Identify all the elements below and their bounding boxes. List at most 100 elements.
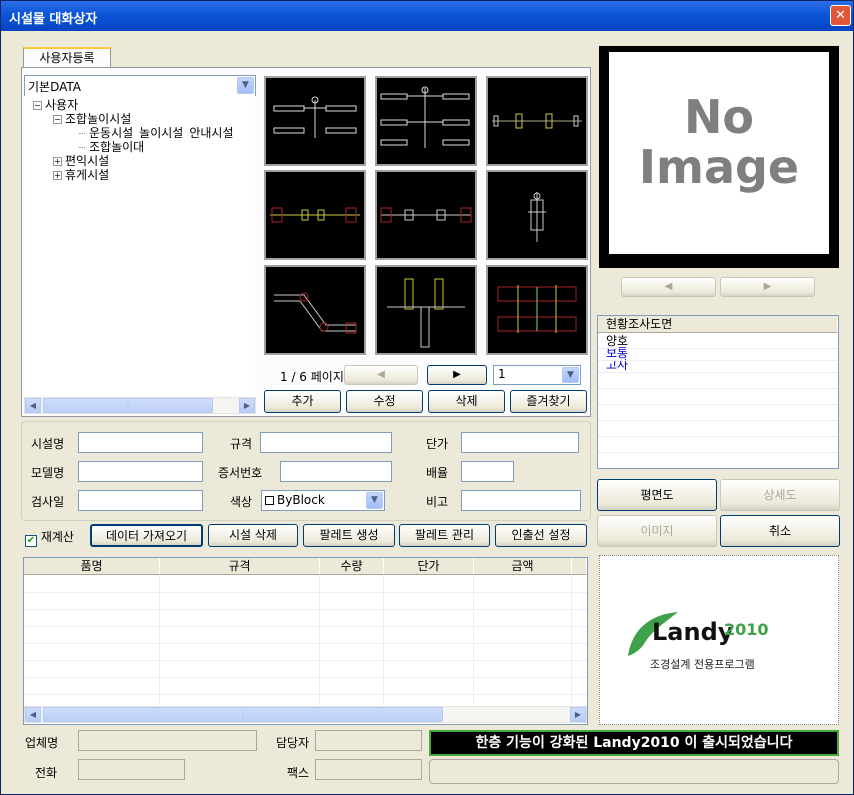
status-field: [429, 759, 839, 784]
column-header-blank: [572, 558, 587, 575]
manage-palette-button[interactable]: 팔레트 관리: [399, 524, 490, 547]
scale-input[interactable]: [461, 461, 514, 482]
tab-user-registration[interactable]: 사용자등록: [23, 47, 111, 67]
chevron-down-icon[interactable]: ▼: [366, 492, 383, 509]
symbol-thumbnail[interactable]: [263, 75, 367, 167]
chevron-down-icon[interactable]: ▼: [237, 77, 254, 94]
column-header-spec[interactable]: 규격: [160, 558, 320, 575]
inspect-date-input[interactable]: [78, 490, 203, 511]
unit-price-input[interactable]: [461, 432, 579, 453]
scale-label: 배율: [426, 466, 449, 480]
next-page-button[interactable]: ▶: [427, 365, 487, 385]
grid-line: [598, 436, 838, 437]
favorites-button[interactable]: 즐겨찾기: [510, 390, 587, 413]
expand-icon[interactable]: +: [53, 171, 62, 180]
symbol-thumbnail[interactable]: [374, 169, 478, 261]
symbol-thumbnail[interactable]: [374, 75, 478, 167]
facility-name-input[interactable]: [78, 432, 203, 453]
grid-line: [383, 575, 384, 705]
survey-list[interactable]: 현황조사도면 양호 보통 고사: [597, 315, 839, 469]
recalc-checkbox[interactable]: ✔ 재계산: [25, 528, 74, 547]
data-source-value: 기본DATA: [28, 80, 81, 94]
tree-node-sports-play-info[interactable]: 운동시설_놀이시설_안내시설: [89, 127, 253, 139]
page-indicator: 1 / 6 페이지: [280, 370, 344, 384]
detail-view-button[interactable]: 상세도: [720, 479, 840, 511]
grid-line: [598, 372, 838, 373]
preview-next-button[interactable]: ▶: [720, 277, 815, 297]
column-header-name[interactable]: 품명: [24, 558, 160, 575]
collapse-icon[interactable]: −: [33, 101, 42, 110]
play-equipment-symbol: [492, 113, 582, 129]
add-button[interactable]: 추가: [264, 390, 341, 413]
remark-input[interactable]: [461, 490, 581, 511]
table-horizontal-scrollbar[interactable]: ◀ ⦙ ▶: [24, 706, 587, 723]
tree-horizontal-scrollbar[interactable]: ◀ ⦙ ▶: [24, 397, 256, 414]
symbol-thumbnail[interactable]: [263, 264, 367, 356]
play-equipment-symbol: [270, 207, 360, 223]
scroll-thumb[interactable]: ⦙: [43, 398, 213, 413]
tree-node-user[interactable]: − 사용자: [33, 99, 78, 111]
preview-prev-button[interactable]: ◀: [621, 277, 716, 297]
tree-connector: [79, 147, 85, 148]
play-equipment-symbol: [387, 278, 465, 348]
fax-field[interactable]: [315, 759, 422, 780]
cancel-button[interactable]: 취소: [720, 515, 840, 547]
tree-connector: [79, 133, 85, 134]
dialog-window: 시설물 대화상자 ✕ 사용자등록 기본DATA ▼ − 사용자 − 조합놀이시설 운…: [0, 0, 854, 795]
delete-button[interactable]: 삭제: [428, 390, 505, 413]
tree-node-convenience[interactable]: + 편익시설: [53, 155, 109, 167]
logo-panel: Landy 2010 조경설계 전용프로그램: [599, 555, 839, 725]
column-header-amount[interactable]: 금액: [474, 558, 572, 575]
play-equipment-symbol: [273, 96, 357, 138]
symbol-thumbnail[interactable]: [485, 264, 589, 356]
data-source-select[interactable]: 기본DATA ▼: [24, 75, 256, 96]
model-input[interactable]: [78, 461, 203, 482]
color-select[interactable]: ByBlock ▼: [261, 490, 385, 511]
delete-facility-button[interactable]: 시설 삭제: [208, 524, 298, 547]
column-header-price[interactable]: 단가: [384, 558, 474, 575]
manager-field[interactable]: [315, 730, 422, 751]
tree-node-play-structure[interactable]: 조합놀이대: [89, 141, 144, 153]
window-title: 시설물 대화상자: [9, 12, 98, 27]
play-equipment-symbol: [497, 285, 577, 333]
symbol-thumbnail[interactable]: [485, 75, 589, 167]
scroll-right-icon[interactable]: ▶: [570, 707, 586, 722]
plan-view-button[interactable]: 평면도: [597, 479, 717, 511]
import-data-button[interactable]: 데이터 가져오기: [90, 524, 203, 547]
tree-node-rest[interactable]: + 휴게시설: [53, 169, 109, 181]
play-equipment-symbol: [274, 292, 357, 334]
scroll-left-icon[interactable]: ◀: [25, 707, 41, 722]
cert-no-input[interactable]: [280, 461, 392, 482]
facility-name-label: 시설명: [31, 437, 65, 451]
spec-input[interactable]: [260, 432, 392, 453]
logo-brand: Landy: [652, 618, 734, 646]
leader-settings-button[interactable]: 인출선 설정: [495, 524, 587, 547]
scroll-thumb[interactable]: ⦙: [43, 707, 443, 722]
checkbox-checked-icon[interactable]: ✔: [25, 535, 37, 547]
page-select[interactable]: 1 ▼: [493, 365, 581, 385]
scroll-right-icon[interactable]: ▶: [239, 398, 255, 413]
close-button[interactable]: ✕: [830, 5, 851, 26]
company-field[interactable]: [78, 730, 257, 751]
symbol-thumbnail[interactable]: [485, 169, 589, 261]
inspect-date-label: 검사일: [31, 495, 65, 509]
collapse-icon[interactable]: −: [53, 115, 62, 124]
column-header-qty[interactable]: 수량: [320, 558, 384, 575]
edit-button[interactable]: 수정: [346, 390, 423, 413]
image-button[interactable]: 이미지: [597, 515, 717, 547]
prev-page-button[interactable]: ◀: [344, 365, 418, 385]
tree-node-combined-play[interactable]: − 조합놀이시설: [53, 113, 131, 125]
scroll-left-icon[interactable]: ◀: [25, 398, 41, 413]
symbol-thumbnail[interactable]: [374, 264, 478, 356]
create-palette-button[interactable]: 팔레트 생성: [303, 524, 395, 547]
symbol-thumbnail[interactable]: [263, 169, 367, 261]
quantity-table[interactable]: 품명 규격 수량 단가 금액: [23, 557, 588, 725]
no-image-placeholder: No Image: [609, 52, 829, 254]
expand-icon[interactable]: +: [53, 157, 62, 166]
category-tree[interactable]: − 사용자 − 조합놀이시설 운동시설_놀이시설_안내시설 조합놀이대 + 편익시설 …: [25, 95, 255, 395]
phone-field[interactable]: [78, 759, 185, 780]
survey-list-header: 현황조사도면: [598, 316, 838, 333]
color-label: 색상: [230, 495, 253, 509]
chevron-down-icon[interactable]: ▼: [562, 367, 579, 383]
grid-line: [598, 360, 838, 361]
